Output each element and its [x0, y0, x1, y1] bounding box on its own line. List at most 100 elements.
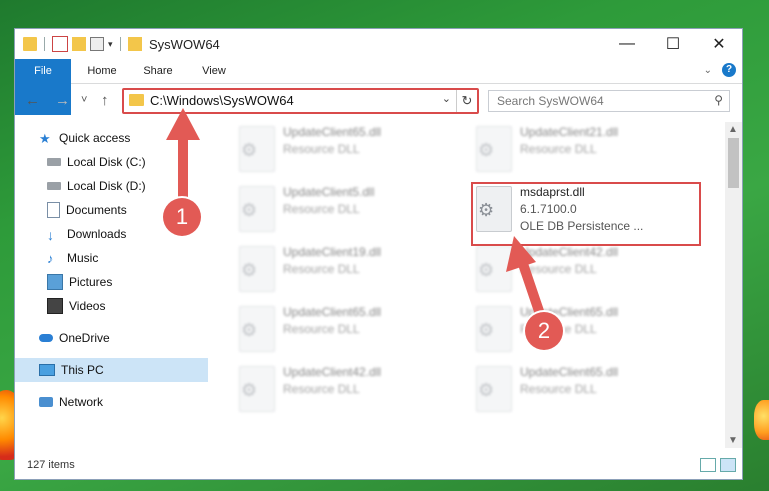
- gear-icon: ⚙: [478, 260, 495, 280]
- ribbon-tabs: File Home Share View ⌄ ?: [15, 59, 742, 115]
- tab-home[interactable]: Home: [77, 59, 127, 83]
- sidebar-item-documents[interactable]: Documents 📌: [15, 198, 242, 222]
- properties-icon[interactable]: [52, 36, 68, 52]
- file-description: Resource DLL: [520, 262, 597, 276]
- sidebar-item-local-disk-c[interactable]: Local Disk (C:) 📌: [15, 150, 242, 174]
- gear-icon: ⚙: [478, 140, 495, 160]
- vertical-scrollbar[interactable]: ▲ ▼: [725, 122, 742, 448]
- search-input[interactable]: Search SysWOW64 ⚲: [488, 90, 730, 112]
- scroll-thumb[interactable]: [728, 138, 739, 188]
- file-name: UpdateClient65.dll: [283, 125, 382, 139]
- file-description: Resource DLL: [520, 142, 597, 156]
- file-item[interactable]: ⚙ UpdateClient42.dll Resource DLL: [225, 362, 445, 418]
- background-flower: [754, 400, 769, 440]
- up-arrow-icon[interactable]: ↑: [101, 92, 109, 109]
- address-path[interactable]: C:\Windows\SysWOW64: [150, 93, 294, 108]
- file-item[interactable]: ⚙ UpdateClient65.dll Resource DLL: [462, 362, 682, 418]
- recent-locations-icon[interactable]: ˅: [81, 94, 87, 106]
- file-item[interactable]: ⚙ UpdateClient65.dll Resource DLL: [462, 302, 682, 358]
- sidebar-item-label: Local Disk (C:): [67, 155, 146, 169]
- file-name: UpdateClient42.dll: [520, 245, 619, 259]
- file-item[interactable]: ⚙ UpdateClient5.dll Resource DLL: [225, 182, 445, 238]
- tab-share[interactable]: Share: [133, 59, 183, 83]
- chevron-down-icon[interactable]: ▾: [108, 39, 113, 50]
- step-badge-1: 1: [163, 198, 201, 236]
- address-bar[interactable]: C:\Windows\SysWOW64 ⌄ ↻: [122, 88, 479, 114]
- close-button[interactable]: ✕: [696, 29, 742, 59]
- sidebar-item-label: Downloads: [67, 227, 127, 241]
- file-name: UpdateClient42.dll: [283, 365, 382, 379]
- expand-ribbon-icon[interactable]: ⌄: [704, 65, 712, 76]
- sidebar-item-quick-access[interactable]: ★ Quick access: [15, 126, 234, 150]
- file-description: Resource DLL: [520, 382, 597, 396]
- search-icon[interactable]: ⚲: [714, 93, 723, 107]
- gear-icon: ⚙: [241, 380, 258, 400]
- sidebar-item-this-pc[interactable]: This PC: [15, 358, 208, 382]
- sidebar-item-videos[interactable]: Videos 📌: [15, 294, 242, 318]
- separator: [44, 37, 45, 51]
- back-arrow-icon[interactable]: ←: [25, 92, 40, 109]
- gear-icon: ⚙: [478, 380, 495, 400]
- new-folder-icon[interactable]: [72, 37, 86, 51]
- help-icon[interactable]: ?: [722, 63, 736, 77]
- folder-icon: [129, 94, 144, 106]
- ribbon-controls: ⌄ ?: [704, 63, 736, 77]
- forward-arrow-icon[interactable]: →: [55, 92, 70, 109]
- folder-icon: [127, 37, 142, 51]
- file-item[interactable]: ⚙ UpdateClient19.dll Resource DLL: [225, 242, 445, 298]
- network-icon: [39, 397, 53, 407]
- file-item[interactable]: ⚙ UpdateClient65.dll Resource DLL: [225, 302, 445, 358]
- title-bar: ▾ SysWOW64 — ☐ ✕: [15, 29, 742, 59]
- sidebar-item-label: OneDrive: [59, 331, 110, 345]
- tab-view[interactable]: View: [189, 59, 239, 83]
- sidebar-item-label: Local Disk (D:): [67, 179, 146, 193]
- gear-icon: ⚙: [478, 320, 495, 340]
- sidebar-item-pictures[interactable]: Pictures 📌: [15, 270, 242, 294]
- quick-access-toolbar: ▾: [23, 36, 142, 52]
- sidebar-item-downloads[interactable]: ↓ Downloads 📌: [15, 222, 242, 246]
- gear-icon: ⚙: [241, 320, 258, 340]
- file-description: Resource DLL: [283, 262, 360, 276]
- cloud-icon: [39, 334, 53, 342]
- sidebar-item-music[interactable]: ♪ Music 📌: [15, 246, 242, 270]
- computer-icon: [39, 364, 55, 376]
- file-name: UpdateClient65.dll: [520, 365, 619, 379]
- minimize-button[interactable]: —: [604, 29, 650, 59]
- refresh-icon[interactable]: ↻: [456, 90, 477, 112]
- tiles-view-icon[interactable]: [720, 458, 736, 472]
- sidebar-item-label: Network: [59, 395, 104, 409]
- window-title: SysWOW64: [149, 37, 220, 52]
- gear-icon: ⚙: [241, 260, 258, 280]
- chevron-down-icon[interactable]: ⌄: [442, 92, 451, 105]
- file-name: UpdateClient21.dll: [520, 125, 619, 139]
- sidebar-item-onedrive[interactable]: OneDrive: [15, 326, 234, 350]
- file-description: Resource DLL: [283, 202, 360, 216]
- navigation-pane: ★ Quick access Local Disk (C:) 📌 Local D…: [15, 122, 237, 448]
- sidebar-item-network[interactable]: Network: [15, 390, 234, 414]
- folder-icon: [23, 37, 37, 51]
- file-description: Resource DLL: [283, 142, 360, 156]
- music-icon: ♪: [47, 251, 54, 266]
- file-item[interactable]: ⚙ UpdateClient65.dll Resource DLL: [225, 122, 445, 178]
- sidebar-item-local-disk-d[interactable]: Local Disk (D:) 📌: [15, 174, 242, 198]
- documents-icon: [47, 202, 60, 218]
- file-description: Resource DLL: [283, 322, 360, 336]
- file-name: UpdateClient19.dll: [283, 245, 382, 259]
- details-view-icon[interactable]: [700, 458, 716, 472]
- drive-icon: [47, 158, 61, 166]
- maximize-button[interactable]: ☐: [650, 29, 696, 59]
- view-buttons: [700, 458, 736, 472]
- scroll-down-icon[interactable]: ▼: [728, 435, 738, 446]
- sidebar-item-label: Documents: [66, 203, 127, 217]
- item-count: 127 items: [27, 459, 75, 471]
- file-name: UpdateClient5.dll: [283, 185, 375, 199]
- customize-toolbar-icon[interactable]: [90, 37, 104, 51]
- file-item[interactable]: ⚙ UpdateClient42.dll Resource DLL: [462, 242, 682, 298]
- pictures-icon: [47, 274, 63, 290]
- gear-icon: ⚙: [241, 200, 258, 220]
- search-placeholder: Search SysWOW64: [497, 94, 604, 108]
- scroll-up-icon[interactable]: ▲: [728, 124, 738, 135]
- explorer-window: ▾ SysWOW64 — ☐ ✕ File Home Share View ⌄ …: [15, 29, 742, 479]
- file-list: ⚙ UpdateClient65.dll Resource DLL ⚙ Upda…: [225, 122, 722, 448]
- file-item[interactable]: ⚙ UpdateClient21.dll Resource DLL: [462, 122, 682, 178]
